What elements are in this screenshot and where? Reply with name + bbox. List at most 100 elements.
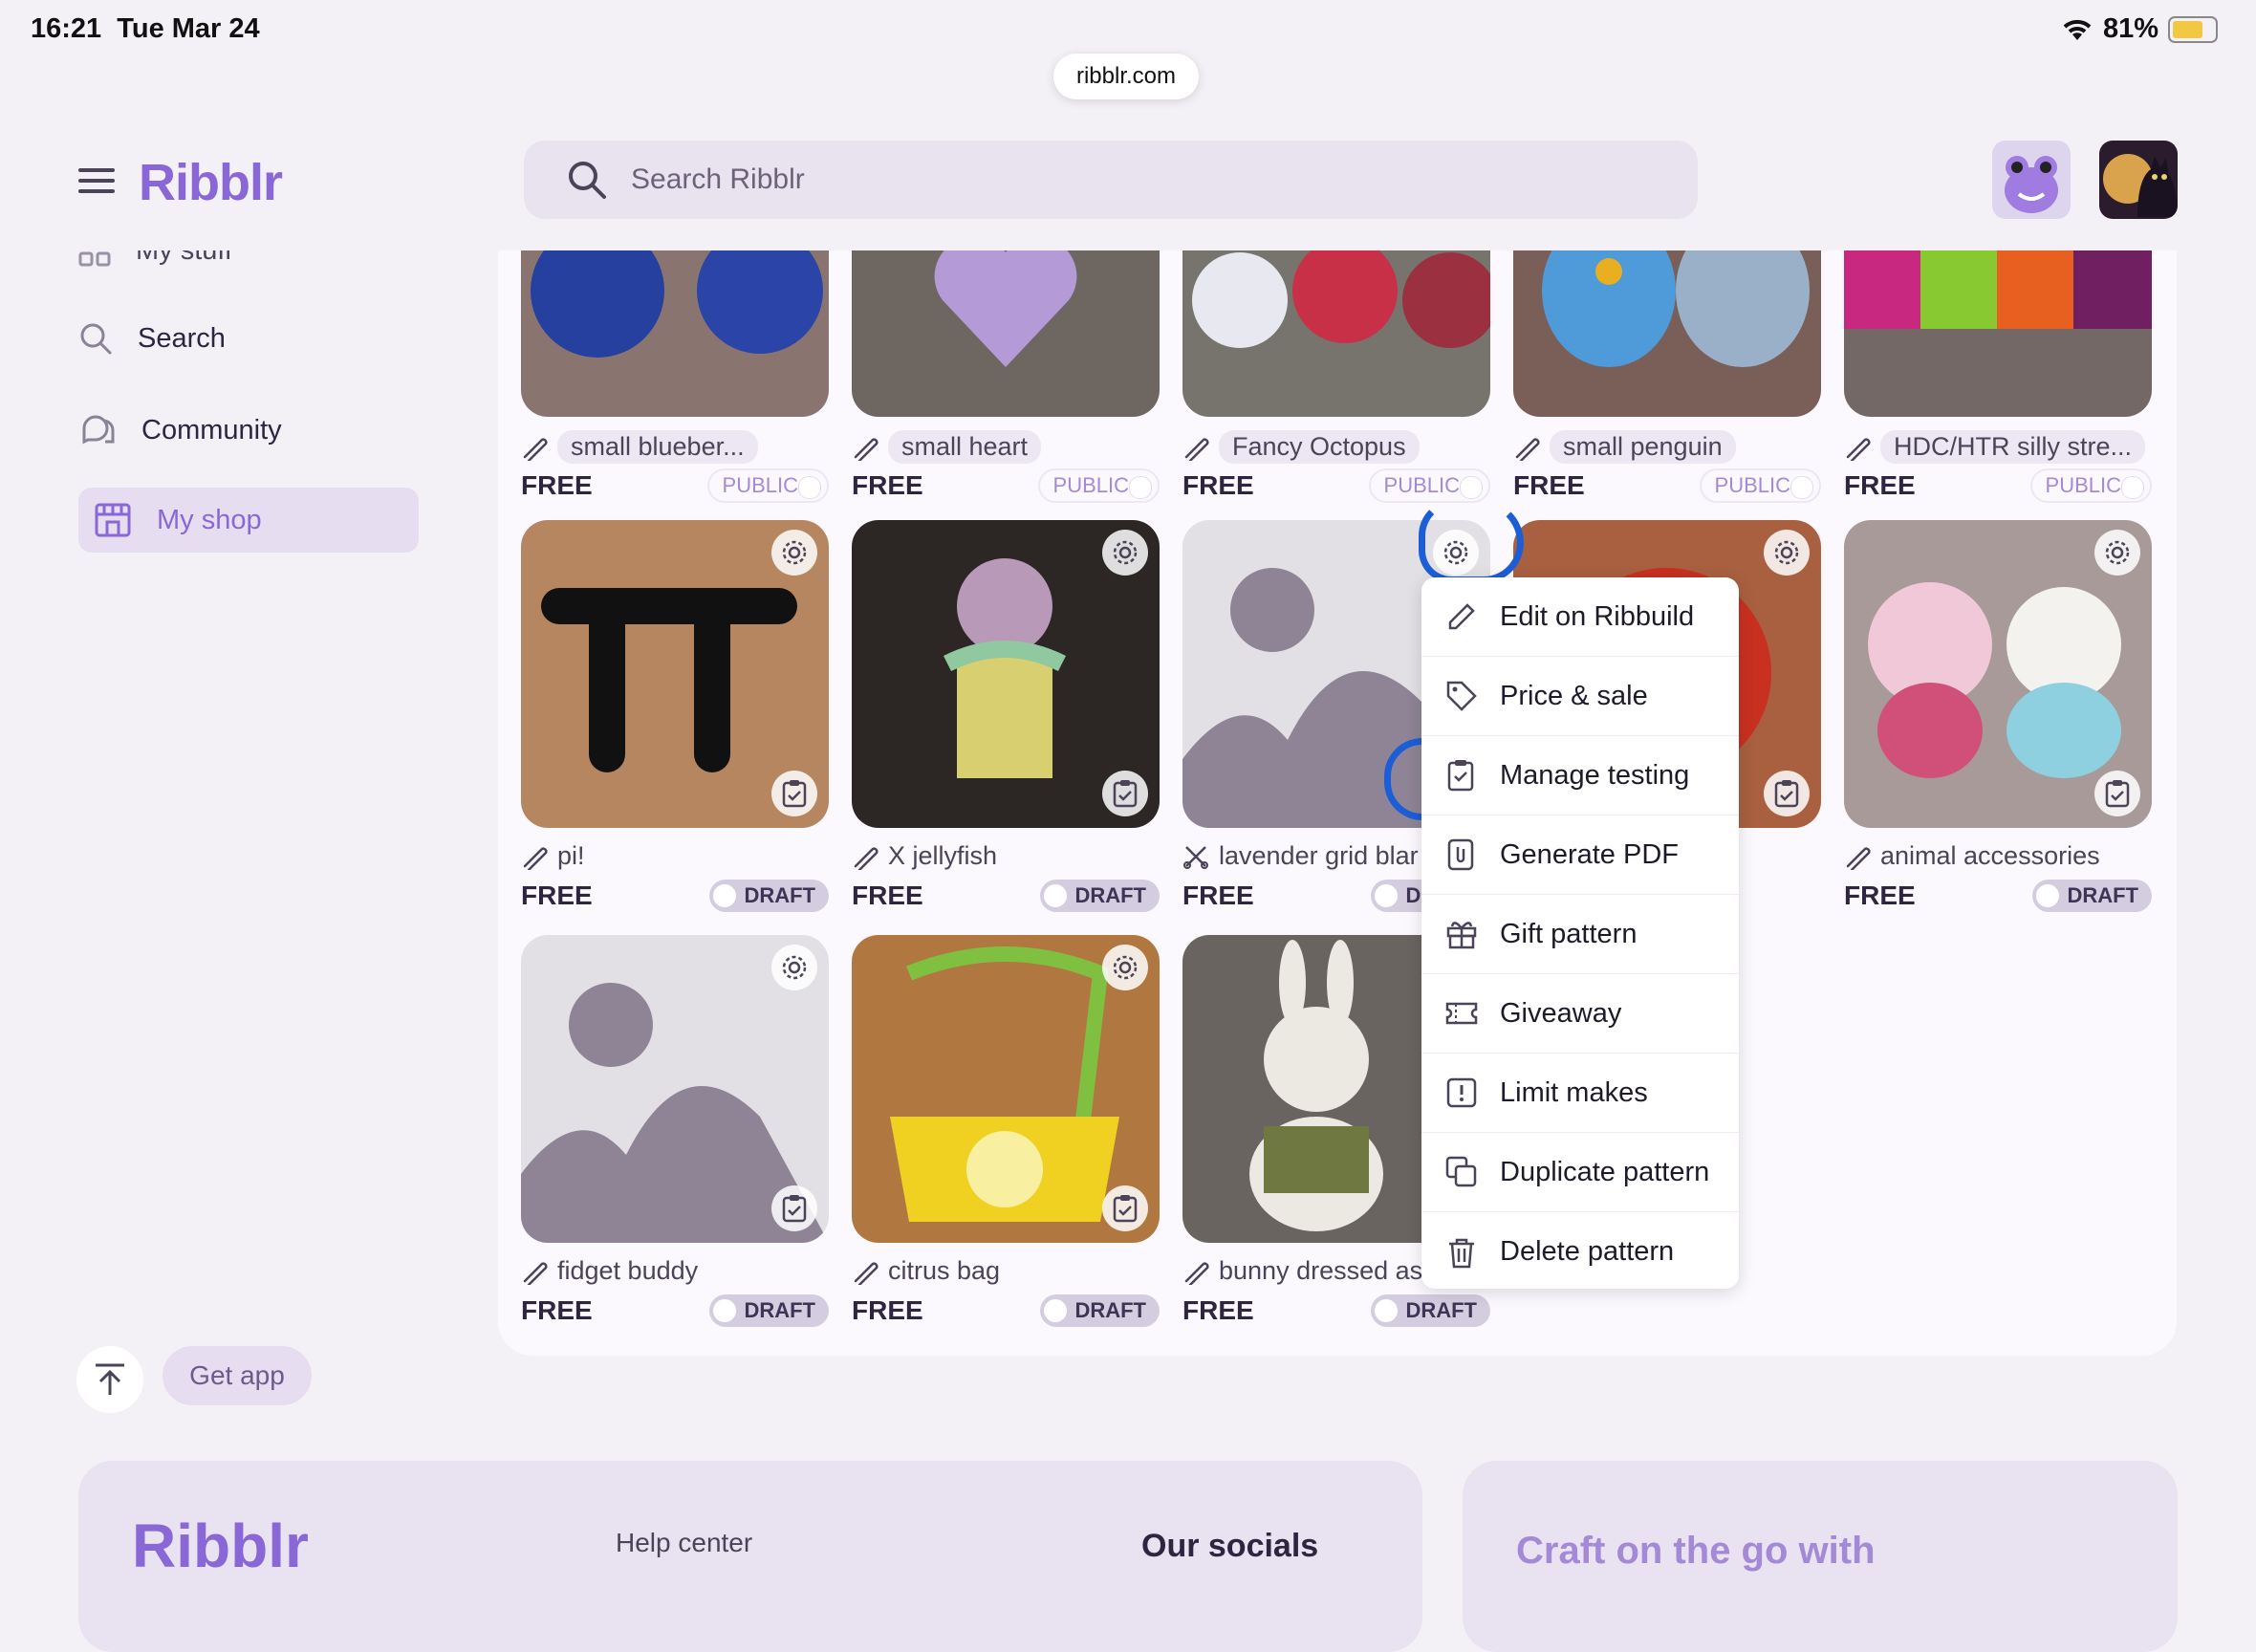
pattern-thumbnail[interactable] xyxy=(852,935,1160,1243)
sidebar-item-community[interactable]: Community xyxy=(78,402,282,459)
ribblr-logo[interactable]: Ribblr xyxy=(139,153,283,212)
pattern-title[interactable]: small heart xyxy=(852,430,1042,464)
menu-item-label: Edit on Ribbuild xyxy=(1500,600,1695,632)
pattern-title[interactable]: pi! xyxy=(521,841,585,871)
menu-item-gift-pattern[interactable]: Gift pattern xyxy=(1421,895,1739,974)
sidebar-item-label: Community xyxy=(141,414,282,446)
pattern-thumbnail[interactable] xyxy=(1182,250,1490,417)
menu-item-limit-makes[interactable]: Limit makes xyxy=(1421,1054,1739,1133)
pattern-title[interactable]: X jellyfish xyxy=(852,841,997,871)
pattern-card[interactable]: X jellyfish FREE DRAFT xyxy=(852,520,1160,912)
pattern-title[interactable]: lavender grid blar xyxy=(1182,841,1419,871)
pattern-price: FREE xyxy=(521,880,593,910)
menu-item-edit-on-ribbuild[interactable]: Edit on Ribbuild xyxy=(1421,577,1739,657)
user-avatar[interactable] xyxy=(2099,141,2178,219)
pattern-thumbnail[interactable] xyxy=(521,520,829,828)
clipboard-check-icon[interactable] xyxy=(771,1185,817,1231)
status-toggle[interactable]: DRAFT xyxy=(2032,880,2152,912)
pattern-thumbnail[interactable] xyxy=(1513,250,1821,417)
status-toggle[interactable]: DRAFT xyxy=(1040,880,1160,912)
status-toggle[interactable]: PUBLIC xyxy=(706,468,829,503)
pattern-thumbnail[interactable] xyxy=(521,250,829,417)
needle-icon xyxy=(854,437,879,461)
needle-icon xyxy=(523,1261,548,1285)
menu-item-duplicate-pattern[interactable]: Duplicate pattern xyxy=(1421,1133,1739,1212)
pattern-title[interactable]: citrus bag xyxy=(852,1256,1000,1286)
pattern-card[interactable]: Fancy Octopus FREE PUBLIC xyxy=(1182,250,1490,503)
pattern-title[interactable]: HDC/HTR silly stre... xyxy=(1844,430,2145,464)
menu-item-giveaway[interactable]: Giveaway xyxy=(1421,974,1739,1054)
status-toggle[interactable]: PUBLIC xyxy=(1037,468,1160,503)
menu-icon[interactable] xyxy=(78,166,115,195)
battery-icon xyxy=(2168,15,2218,43)
pattern-card[interactable]: pi! FREE DRAFT xyxy=(521,520,829,912)
pattern-thumbnail[interactable] xyxy=(852,250,1160,417)
frog-avatar[interactable] xyxy=(1992,141,2071,219)
pattern-footer: FREE DRAFT xyxy=(852,1294,1160,1327)
pattern-title[interactable]: bunny dressed as xyxy=(1182,1256,1422,1286)
pattern-footer: FREE DRAFT xyxy=(852,880,1160,912)
status-toggle[interactable]: PUBLIC xyxy=(2029,468,2152,503)
pattern-thumbnail[interactable] xyxy=(852,520,1160,828)
pattern-footer: FREE PUBLIC xyxy=(1182,468,1490,503)
settings-gear-icon[interactable] xyxy=(771,945,817,990)
scroll-top-button[interactable] xyxy=(76,1346,143,1413)
clipboard-check-icon[interactable] xyxy=(1102,771,1148,816)
search-bar[interactable]: Search Ribblr xyxy=(524,141,1698,219)
pattern-thumbnail[interactable] xyxy=(521,935,829,1243)
pattern-card[interactable]: HDC/HTR silly stre... FREE PUBLIC xyxy=(1844,250,2152,503)
pattern-title[interactable]: animal accessories xyxy=(1844,841,2100,871)
status-indicators: 81% xyxy=(2061,13,2218,45)
pattern-title-text: Fancy Octopus xyxy=(1219,430,1420,464)
menu-item-price-sale[interactable]: Price & sale xyxy=(1421,657,1739,736)
status-toggle[interactable]: DRAFT xyxy=(709,880,829,912)
sidebar-item-search[interactable]: Search xyxy=(78,310,226,367)
settings-gear-icon[interactable] xyxy=(1764,530,1810,576)
pdf-clip-icon xyxy=(1447,838,1474,871)
pattern-title[interactable]: small penguin xyxy=(1513,430,1736,464)
pattern-footer: FREE PUBLIC xyxy=(521,468,829,503)
pattern-footer: FREE PUBLIC xyxy=(1513,468,1821,503)
sidebar-item-my-shop[interactable]: My shop xyxy=(78,488,419,553)
url-bar[interactable]: ribblr.com xyxy=(1053,54,1199,99)
arrow-up-icon xyxy=(96,1363,124,1395)
pattern-title[interactable]: fidget buddy xyxy=(521,1256,698,1286)
pattern-card[interactable]: fidget buddy FREE DRAFT xyxy=(521,935,829,1327)
pattern-title[interactable]: Fancy Octopus xyxy=(1182,430,1420,464)
pattern-title-text: pi! xyxy=(557,841,585,870)
footer-logo[interactable]: Ribblr xyxy=(132,1511,309,1581)
battery-level xyxy=(2173,20,2202,38)
settings-gear-icon[interactable] xyxy=(1102,945,1148,990)
status-toggle[interactable]: DRAFT xyxy=(709,1294,829,1327)
pattern-card[interactable]: small heart FREE PUBLIC xyxy=(852,250,1160,503)
status-toggle[interactable]: DRAFT xyxy=(1040,1294,1160,1327)
pattern-card[interactable]: animal accessories FREE DRAFT xyxy=(1844,520,2152,912)
pattern-card[interactable]: citrus bag FREE DRAFT xyxy=(852,935,1160,1327)
menu-item-manage-testing[interactable]: Manage testing xyxy=(1421,736,1739,815)
settings-gear-icon[interactable] xyxy=(771,530,817,576)
menu-item-delete-pattern[interactable]: Delete pattern xyxy=(1421,1212,1739,1292)
footer-left: Ribblr Help center Our socials xyxy=(78,1461,1422,1652)
status-toggle[interactable]: PUBLIC xyxy=(1699,468,1821,503)
pattern-footer: FREE DRAFT xyxy=(521,880,829,912)
scissors-icon xyxy=(1183,845,1208,869)
settings-gear-icon[interactable] xyxy=(2094,530,2140,576)
pattern-thumbnail[interactable] xyxy=(1844,250,2152,417)
pattern-card[interactable]: small penguin FREE PUBLIC xyxy=(1513,250,1821,503)
status-toggle[interactable]: PUBLIC xyxy=(1368,468,1490,503)
menu-item-generate-pdf[interactable]: Generate PDF xyxy=(1421,815,1739,895)
pattern-price: FREE xyxy=(852,880,923,910)
needle-icon xyxy=(1184,437,1209,461)
status-toggle[interactable]: DRAFT xyxy=(1371,1294,1490,1327)
menu-item-label: Generate PDF xyxy=(1500,838,1679,870)
pattern-card[interactable]: small blueber... FREE PUBLIC xyxy=(521,250,829,503)
settings-gear-icon[interactable] xyxy=(1102,530,1148,576)
get-app-button[interactable]: Get app xyxy=(163,1346,312,1405)
clipboard-check-icon[interactable] xyxy=(1102,1185,1148,1231)
pattern-title[interactable]: small blueber... xyxy=(521,430,758,464)
clipboard-check-icon[interactable] xyxy=(771,771,817,816)
clipboard-check-icon[interactable] xyxy=(2094,771,2140,816)
pattern-thumbnail[interactable] xyxy=(1844,520,2152,828)
clipboard-check-icon[interactable] xyxy=(1764,771,1810,816)
help-center-link[interactable]: Help center xyxy=(616,1528,752,1558)
